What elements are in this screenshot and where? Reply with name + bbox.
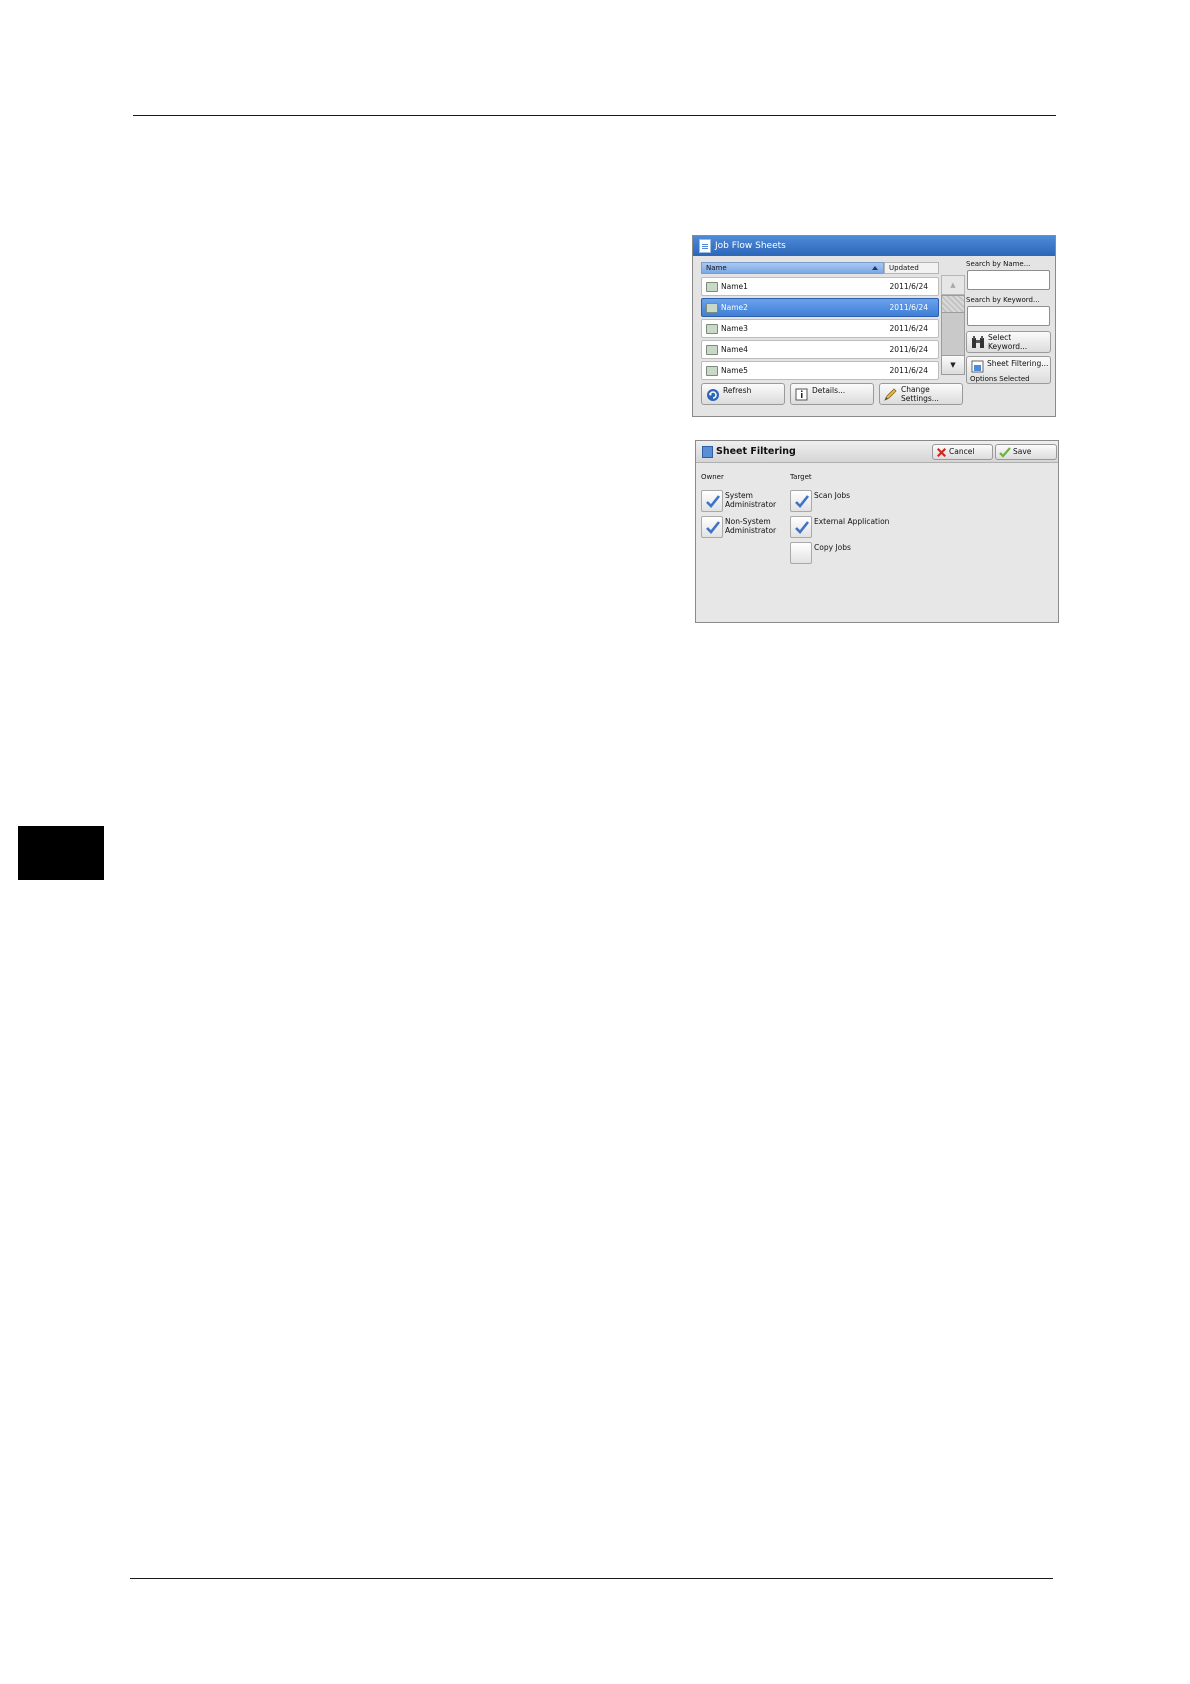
select-keyword-button[interactable]: Select Keyword... (966, 331, 1051, 353)
job-flow-icon (706, 345, 718, 355)
checkmark-icon (795, 495, 810, 508)
search-by-keyword-label: Search by Keyword... (966, 296, 1040, 304)
column-header-updated[interactable]: Updated (884, 262, 939, 274)
owner-non-system-admin-checkbox[interactable] (701, 516, 723, 538)
sheet-filtering-button[interactable]: Sheet Filtering... Options Selected (966, 356, 1051, 384)
search-by-keyword-field[interactable] (967, 306, 1050, 326)
title-bar: Job Flow Sheets (693, 236, 1055, 256)
row-date: 2011/6/24 (889, 324, 928, 333)
save-label: Save (1013, 447, 1032, 456)
target-copy-jobs-checkbox[interactable] (790, 542, 812, 564)
details-label: Details... (812, 386, 846, 395)
header-rule (133, 115, 1056, 116)
screen-title: Job Flow Sheets (715, 241, 786, 251)
refresh-button[interactable]: Refresh (701, 383, 785, 405)
document-icon (699, 239, 711, 253)
job-flow-icon (706, 366, 718, 376)
select-keyword-line2: Keyword... (988, 342, 1028, 351)
save-button[interactable]: Save (995, 444, 1057, 460)
save-check-icon (999, 447, 1011, 458)
column-name-label: Name (706, 264, 727, 272)
column-header-name[interactable]: Name (701, 262, 884, 274)
target-option-label: External Application (814, 517, 890, 526)
target-option-label: Scan Jobs (814, 491, 851, 500)
row-name: Name4 (721, 345, 748, 354)
screen-title: Sheet Filtering (716, 446, 796, 457)
row-date: 2011/6/24 (889, 366, 928, 375)
sort-ascending-icon (872, 266, 878, 270)
filter-sheet-icon (971, 360, 984, 373)
row-name: Name3 (721, 324, 748, 333)
checkmark-icon (706, 495, 721, 508)
details-button[interactable]: Details... (790, 383, 874, 405)
footer-rule (130, 1578, 1053, 1579)
table-row[interactable]: Name4 2011/6/24 (701, 340, 939, 359)
table-row[interactable]: Name3 2011/6/24 (701, 319, 939, 338)
checkmark-icon (706, 521, 721, 534)
options-selected-status: Options Selected (970, 375, 1030, 383)
checkmark-icon (795, 521, 810, 534)
row-date: 2011/6/24 (889, 345, 928, 354)
cancel-x-icon (937, 448, 946, 457)
target-option-label: Copy Jobs (814, 543, 851, 552)
table-row[interactable]: Name5 2011/6/24 (701, 361, 939, 380)
cancel-button[interactable]: Cancel (932, 444, 993, 460)
target-scan-jobs-checkbox[interactable] (790, 490, 812, 512)
pencil-icon (884, 388, 897, 401)
table-row-selected[interactable]: Name2 2011/6/24 (701, 298, 939, 317)
target-external-application-checkbox[interactable] (790, 516, 812, 538)
sheet-filter-icon (702, 446, 713, 458)
sheet-filtering-label: Sheet Filtering... (987, 359, 1049, 368)
search-by-name-label: Search by Name... (966, 260, 1031, 268)
job-flow-icon (706, 282, 718, 292)
search-by-name-field[interactable] (967, 270, 1050, 290)
scrollbar-thumb[interactable] (941, 295, 965, 313)
owner-system-admin-checkbox[interactable] (701, 490, 723, 512)
table-row[interactable]: Name1 2011/6/24 (701, 277, 939, 296)
sheet-filtering-screen: Sheet Filtering Cancel Save Owner System… (695, 440, 1059, 623)
change-settings-button[interactable]: Change Settings... (879, 383, 963, 405)
owner-heading: Owner (701, 473, 724, 481)
job-flow-sheets-screen: Job Flow Sheets Name Updated Name1 2011/… (692, 235, 1056, 417)
scroll-down-icon[interactable]: ▼ (941, 355, 965, 375)
scroll-up-icon[interactable]: ▲ (941, 275, 965, 295)
row-date: 2011/6/24 (889, 303, 928, 312)
target-heading: Target (790, 473, 812, 481)
column-updated-label: Updated (889, 264, 919, 272)
refresh-label: Refresh (723, 386, 752, 395)
info-icon (795, 388, 808, 401)
job-flow-icon (706, 324, 718, 334)
owner-option-line2: Administrator (725, 500, 777, 509)
chapter-tab (18, 826, 104, 880)
row-name: Name5 (721, 366, 748, 375)
row-date: 2011/6/24 (889, 282, 928, 291)
job-flow-icon (706, 303, 718, 313)
row-name: Name2 (721, 303, 748, 312)
refresh-icon (707, 389, 719, 401)
cancel-label: Cancel (949, 447, 975, 456)
binoculars-icon (972, 336, 984, 348)
row-name: Name1 (721, 282, 748, 291)
owner-option-line2: Administrator (725, 526, 777, 535)
change-settings-line2: Settings... (901, 394, 939, 403)
